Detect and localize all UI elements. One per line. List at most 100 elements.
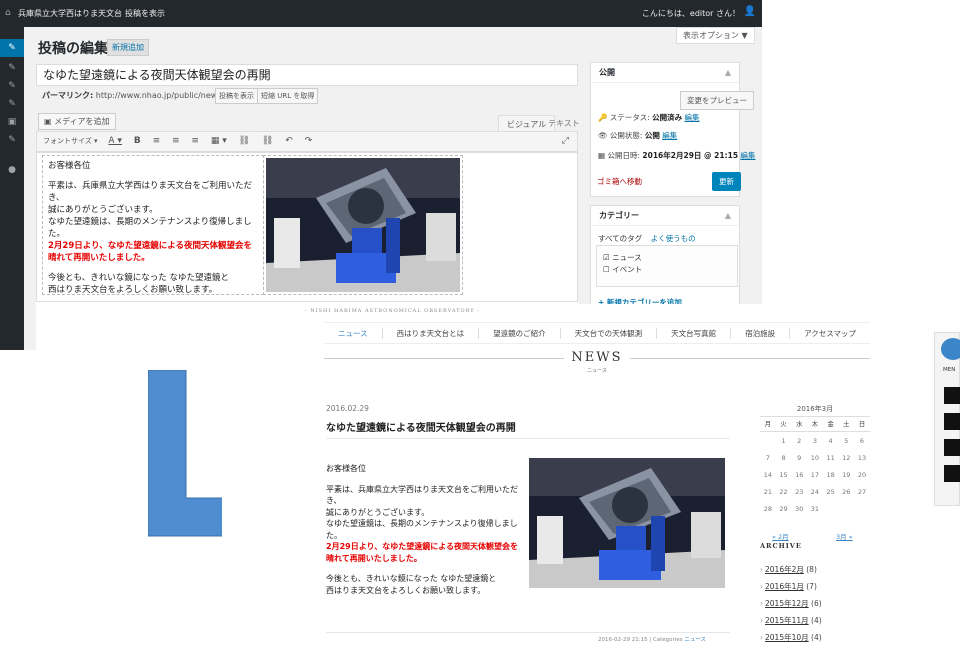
calendar-day: 21 [763, 487, 772, 496]
tab-popular-categories[interactable]: よく使うもの [651, 234, 696, 243]
align-center-icon[interactable]: ≡ [172, 136, 180, 146]
category-item[interactable]: ☑ ニュース [603, 252, 731, 264]
archive-item: › 2015年12月 (6) [760, 598, 870, 615]
media-icon[interactable]: ▣ [0, 113, 24, 131]
calendar-day: 27 [857, 487, 867, 496]
editor-screenshot: ⌂ 兵庫県立大学西はりま天文台 投稿を表示 こんにちは、editor さん！ 👤… [0, 0, 762, 350]
add-media-button[interactable]: ▣ メディアを追加 [38, 113, 116, 130]
gallery-icon[interactable] [944, 439, 960, 456]
pin-icon[interactable]: ✎ [0, 77, 24, 95]
user-avatar-icon[interactable]: 👤 [744, 6, 756, 17]
screen-options-button[interactable]: 表示オプション ▼ [676, 27, 755, 44]
calendar-icon: ▦ [598, 151, 606, 160]
post-paragraph: 今後とも、きれいな鏡になった なゆた望遠鏡と 西はりま天文台をよろしくお願い致し… [326, 573, 532, 596]
calendar-day: 31 [810, 504, 820, 513]
tab-all-categories[interactable]: すべてのタグ [598, 234, 642, 243]
post-meta-category[interactable]: ニュース [684, 637, 706, 643]
category-box-header[interactable]: カテゴリー ▲ [591, 206, 739, 226]
nav-item-news[interactable]: ニュース [324, 327, 383, 339]
pin-icon[interactable]: ✎ [0, 39, 24, 57]
status-label: ステータス: [609, 113, 650, 122]
post-title[interactable]: なゆた望遠鏡による夜間天体観望会の再開 [326, 419, 516, 434]
nav-item-lodging[interactable]: 宿泊施設 [731, 327, 791, 339]
move-to-trash-link[interactable]: ゴミ箱へ移動 [597, 176, 642, 187]
archive-link[interactable]: 2016年2月 [765, 565, 804, 574]
calendar-weekday: 土 [838, 415, 855, 432]
align-left-icon[interactable]: ≡ [153, 136, 161, 146]
redo-icon[interactable]: ↷ [305, 136, 313, 146]
calendar-day: 9 [797, 453, 802, 462]
table-icon[interactable]: ▦ ▾ [211, 136, 227, 146]
text-color-icon[interactable]: A ▾ [108, 136, 122, 146]
font-size-select[interactable]: フォントサイズ ▾ [43, 137, 98, 145]
admin-greeting[interactable]: こんにちは、editor さん！ [642, 8, 740, 19]
calendar-prev-link[interactable]: « 2月 [772, 533, 789, 541]
editor-telescope-image[interactable] [263, 155, 463, 295]
post-meta-label: Categories [652, 637, 683, 643]
collapse-arrow-icon[interactable]: ▲ [725, 63, 731, 83]
nav-item-telescope[interactable]: 望遠鏡のご紹介 [479, 327, 561, 339]
calendar-day: 18 [826, 470, 835, 479]
nav-item-access[interactable]: アクセスマップ [790, 328, 870, 339]
nav-item-about[interactable]: 西はりま天文台とは [383, 327, 480, 339]
edit-status-link[interactable]: 編集 [685, 113, 700, 122]
admin-view-post[interactable]: 投稿を表示 [125, 8, 165, 19]
search-icon[interactable] [944, 465, 960, 482]
post-line: 平素は、兵庫県立大学西はりま天文台をご利用いただき、 [326, 484, 518, 506]
wordpress-icon[interactable]: ⌂ [5, 8, 11, 18]
calendar-day: 11 [826, 453, 835, 462]
calendar-day: 8 [781, 453, 786, 462]
archive-link[interactable]: 2015年10月 [765, 633, 809, 642]
calendar-weekday: 金 [822, 415, 839, 432]
update-button[interactable]: 更新 [712, 172, 741, 191]
tab-text[interactable]: テキスト [542, 115, 586, 132]
calendar-day: 12 [842, 453, 851, 462]
chevron-right-icon: › [760, 582, 763, 591]
archive-link[interactable]: 2016年1月 [765, 582, 804, 591]
undo-icon[interactable]: ↶ [285, 136, 293, 146]
category-item[interactable]: ☐ イベント [603, 264, 731, 276]
telescope-icon[interactable] [944, 387, 960, 404]
admin-sidebar: ✎ ✎ ✎ ✎ ▣ ✎ ● [0, 27, 24, 350]
post-line: 誠にありがとうございます。 [326, 507, 430, 517]
archive-link[interactable]: 2015年12月 [765, 599, 809, 608]
link-icon[interactable]: ⛓ [239, 136, 250, 146]
date-label: 公開日時: [607, 151, 641, 160]
archive-link[interactable]: 2015年11月 [765, 616, 809, 625]
checkbox-icon[interactable]: ☐ [603, 265, 610, 274]
calendar-next-link[interactable]: 3月 » [836, 531, 853, 541]
archive-item: › 2015年11月 (4) [760, 615, 870, 632]
collapse-arrow-icon[interactable]: ▲ [725, 206, 731, 226]
bold-icon[interactable]: B [134, 136, 141, 146]
archive-count: (6) [811, 599, 822, 608]
calendar-nav: « 2月 3月 » [772, 531, 870, 541]
post-title-input[interactable]: なゆた望遠鏡による夜間天体観望会の再開 [36, 64, 578, 86]
edit-date-link[interactable]: 編集 [740, 151, 755, 160]
nav-item-gallery[interactable]: 天文台写真館 [657, 327, 732, 339]
telescope-photo [266, 158, 460, 292]
align-right-icon[interactable]: ≡ [191, 136, 199, 146]
edit-visibility-link[interactable]: 編集 [662, 131, 677, 140]
shortlink-button[interactable]: 短縮 URL を取得 [257, 88, 319, 104]
fullscreen-icon[interactable]: ⤢ [562, 132, 569, 151]
checkbox-checked-icon[interactable]: ☑ [603, 253, 610, 262]
preview-changes-button[interactable]: 変更をプレビュー [680, 91, 754, 110]
pin-icon[interactable]: ✎ [0, 95, 24, 113]
editor-toolbar: フォントサイズ ▾ A ▾ B ≡ ≡ ≡ ▦ ▾ ⛓ ⛓ ↶ ↷ ⤢ [36, 131, 578, 152]
unlink-icon[interactable]: ⛓ [262, 136, 273, 146]
document-icon[interactable] [944, 413, 960, 430]
permalink-view-button[interactable]: 投稿を表示 [215, 88, 258, 104]
menu-toggle-icon[interactable] [941, 338, 960, 360]
admin-site-name[interactable]: 兵庫県立大学西はりま天文台 [18, 8, 122, 19]
circle-icon[interactable]: ● [0, 161, 24, 179]
media-icon: ▣ [44, 117, 52, 126]
calendar-day: 10 [810, 453, 820, 462]
nav-item-observation[interactable]: 天文台での天体観測 [561, 327, 658, 339]
pin-icon[interactable]: ✎ [0, 131, 24, 149]
publish-box-header[interactable]: 公開 ▲ [591, 63, 739, 83]
add-new-button[interactable]: 新規追加 [107, 39, 149, 56]
calendar-weekday: 木 [807, 415, 823, 432]
editor-text-block[interactable]: お客様各位 平素は、兵庫県立大学西はりま天文台をご利用いただき、 誠にありがとう… [42, 155, 264, 295]
pin-icon[interactable]: ✎ [0, 59, 24, 77]
calendar-day: 20 [857, 470, 867, 479]
